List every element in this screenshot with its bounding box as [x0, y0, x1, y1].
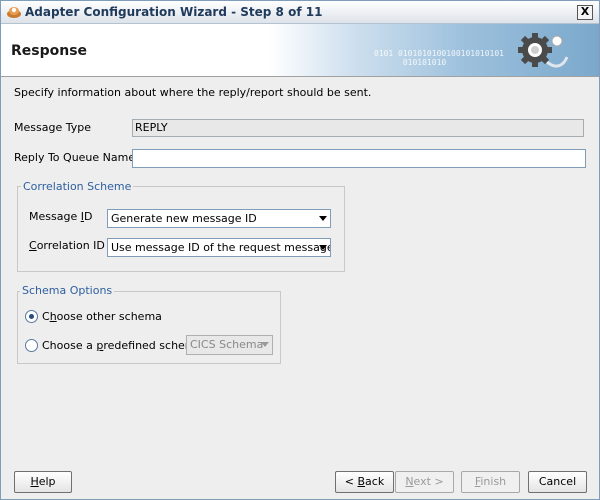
correlation-scheme-legend: Correlation Scheme [21, 180, 134, 193]
back-button[interactable]: < Back [335, 471, 394, 493]
choose-other-schema-label[interactable]: Choose other schema [42, 310, 162, 323]
correlation-id-dropdown[interactable]: Use message ID of the request message [107, 238, 331, 257]
correlation-id-label: Correlation ID [29, 239, 105, 252]
correlation-id-value: Use message ID of the request message [111, 241, 331, 254]
predefined-schema-dropdown: CICS Schema [186, 335, 273, 355]
chevron-down-icon [319, 245, 327, 250]
cancel-button[interactable]: Cancel [528, 471, 587, 493]
correlation-scheme-group [17, 186, 345, 272]
description-text: Specify information about where the repl… [14, 86, 372, 99]
message-type-label: Message Type [14, 121, 91, 134]
title-bar: Adapter Configuration Wizard - Step 8 of… [1, 1, 599, 24]
message-type-field: REPLY [132, 119, 584, 137]
wizard-window: Adapter Configuration Wizard - Step 8 of… [0, 0, 600, 500]
header-banner: 0101 0101010100100101010101 010101010 Re… [1, 24, 599, 77]
reply-to-queue-label: Reply To Queue Name [14, 151, 136, 164]
message-id-value: Generate new message ID [111, 212, 257, 225]
choose-other-schema-radio[interactable] [25, 310, 38, 323]
finish-button[interactable]: Finish [461, 471, 520, 493]
app-icon [7, 7, 21, 18]
help-button[interactable]: Help [14, 471, 72, 493]
close-button[interactable]: X [577, 5, 593, 20]
reply-to-queue-input[interactable] [132, 149, 586, 168]
message-id-label: Message ID [29, 210, 93, 223]
next-button[interactable]: Next > [395, 471, 454, 493]
schema-options-legend: Schema Options [20, 284, 115, 297]
message-id-dropdown[interactable]: Generate new message ID [107, 209, 331, 228]
page-title: Response [11, 43, 88, 59]
window-title: Adapter Configuration Wizard - Step 8 of… [25, 5, 323, 19]
choose-predefined-schema-radio[interactable] [25, 339, 38, 352]
predefined-schema-value: CICS Schema [190, 338, 264, 351]
chevron-down-icon [319, 216, 327, 221]
chevron-down-icon [261, 342, 269, 347]
choose-predefined-schema-label[interactable]: Choose a predefined schema [42, 339, 202, 352]
banner-binary-text: 0101 0101010100100101010101 010101010 [373, 49, 504, 67]
gear-icon [518, 33, 569, 68]
